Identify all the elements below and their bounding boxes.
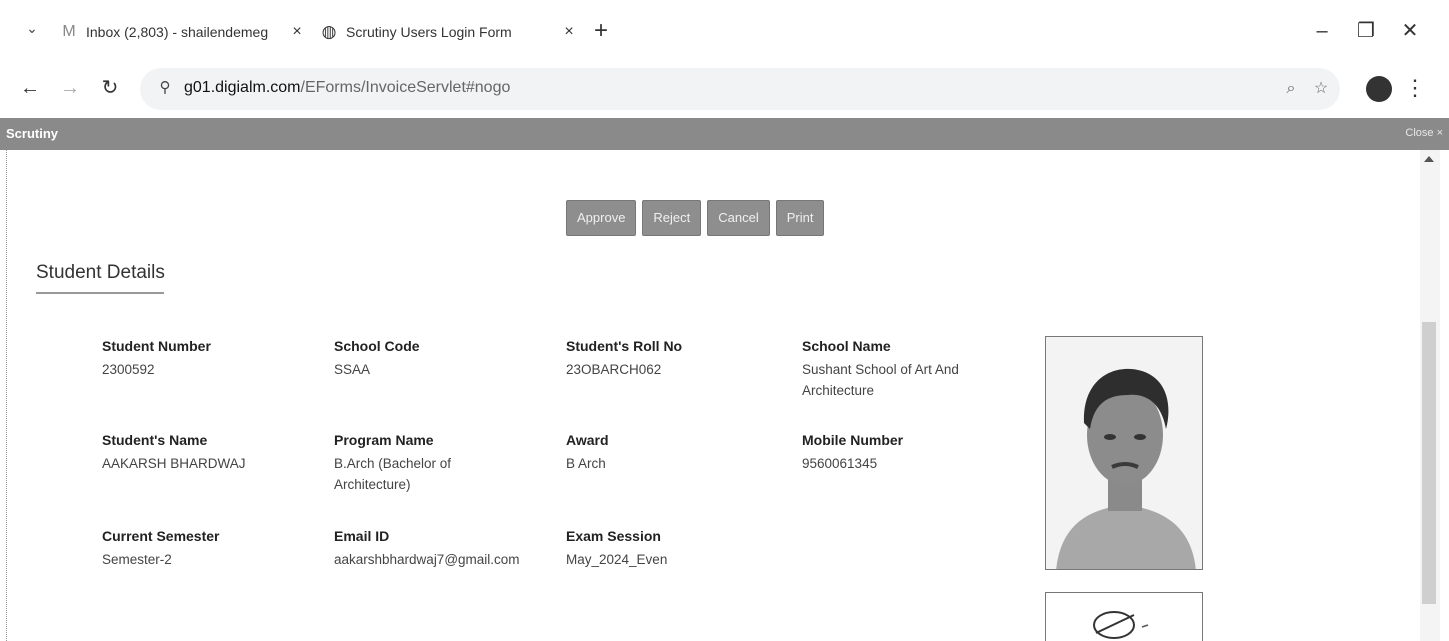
- url-text[interactable]: g01.digialm.com/EForms/InvoiceServlet#no…: [184, 79, 510, 97]
- section-underline: [36, 292, 164, 294]
- field-school-code: School Code SSAA: [334, 338, 554, 380]
- browser-tab-bar: ⌄ M Inbox (2,803) - shailendemeg × ◍ Scr…: [0, 0, 1449, 62]
- field-value: B.Arch (Bachelor of Architecture): [334, 456, 452, 492]
- field-value: Sushant School of Art And Architecture: [802, 362, 959, 398]
- field-value: AAKARSH BHARDWAJ: [102, 456, 246, 471]
- field-mobile-number: Mobile Number 9560061345: [802, 432, 1022, 474]
- action-buttons: Approve Reject Cancel Print: [566, 200, 825, 236]
- scroll-thumb[interactable]: [1422, 322, 1436, 604]
- vertical-scrollbar[interactable]: [1420, 150, 1440, 641]
- forward-arrow-icon[interactable]: →: [56, 74, 84, 102]
- tab-title: Scrutiny Users Login Form: [346, 24, 512, 40]
- profile-avatar-icon[interactable]: [1366, 76, 1392, 102]
- zoom-icon[interactable]: ⌕: [1280, 78, 1302, 100]
- cancel-button[interactable]: Cancel: [707, 200, 770, 236]
- field-label: School Code: [334, 338, 420, 354]
- field-label: Student's Roll No: [566, 338, 683, 354]
- field-value: Semester-2: [102, 552, 172, 567]
- field-label: Mobile Number: [802, 432, 904, 448]
- section-heading: Student Details: [36, 262, 165, 283]
- new-tab-button[interactable]: +: [588, 16, 614, 46]
- approve-button[interactable]: Approve: [566, 200, 637, 236]
- student-photo: [1045, 336, 1203, 570]
- field-label: Email ID: [334, 528, 390, 544]
- restore-button[interactable]: ❐: [1346, 14, 1386, 48]
- field-label: Award: [566, 432, 609, 448]
- site-info-icon[interactable]: ⚲: [154, 77, 176, 99]
- field-value: 2300592: [102, 362, 155, 377]
- field-label: Student's Name: [102, 432, 208, 448]
- field-label: Student Number: [102, 338, 211, 354]
- field-label: Exam Session: [566, 528, 661, 544]
- field-student-name: Student's Name AAKARSH BHARDWAJ: [102, 432, 322, 474]
- field-award: Award B Arch: [566, 432, 786, 474]
- field-value: 23OBARCH062: [566, 362, 662, 377]
- gmail-icon: M: [62, 23, 76, 40]
- url-host: g01.digialm.com: [184, 79, 301, 96]
- reload-icon[interactable]: ↻: [96, 74, 124, 102]
- field-student-number: Student Number 2300592: [102, 338, 322, 380]
- url-omnibox[interactable]: ⚲ g01.digialm.com/EForms/InvoiceServlet#…: [140, 68, 1340, 110]
- scroll-up-arrow-icon[interactable]: [1424, 156, 1434, 162]
- tab-gmail-inbox[interactable]: M Inbox (2,803) - shailendemeg ×: [58, 14, 308, 50]
- tab-scrutiny-login[interactable]: ◍ Scrutiny Users Login Form ×: [318, 14, 580, 50]
- address-bar-row: ← → ↻ ⚲ g01.digialm.com/EForms/InvoiceSe…: [0, 62, 1449, 118]
- field-label: Program Name: [334, 432, 434, 448]
- tab-title: Inbox (2,803) - shailendemeg: [86, 24, 269, 40]
- globe-icon: ◍: [321, 22, 337, 41]
- field-roll-no: Student's Roll No 23OBARCH062: [566, 338, 786, 380]
- tab-close-icon[interactable]: ×: [286, 23, 308, 41]
- dialog-close-button[interactable]: Close ×: [1405, 127, 1443, 139]
- dialog-title: Scrutiny: [6, 126, 59, 141]
- field-value: May_2024_Even: [566, 552, 668, 567]
- field-program-name: Program Name B.Arch (Bachelor of Archite…: [334, 432, 504, 495]
- more-menu-icon[interactable]: ⋮: [1404, 74, 1426, 102]
- field-current-semester: Current Semester Semester-2: [102, 528, 322, 570]
- tab-close-icon[interactable]: ×: [558, 23, 580, 41]
- field-label: Current Semester: [102, 528, 220, 544]
- student-signature: [1045, 592, 1203, 641]
- back-arrow-icon[interactable]: ←: [16, 74, 44, 102]
- bookmark-star-icon[interactable]: ☆: [1310, 78, 1332, 100]
- field-label: School Name: [802, 338, 891, 354]
- field-exam-session: Exam Session May_2024_Even: [566, 528, 786, 570]
- minimize-button[interactable]: –: [1302, 14, 1342, 48]
- field-value: B Arch: [566, 456, 606, 471]
- field-value: 9560061345: [802, 456, 878, 471]
- field-school-name: School Name Sushant School of Art And Ar…: [802, 338, 1002, 401]
- tab-search-chevron-icon[interactable]: ⌄: [22, 20, 42, 42]
- field-value: SSAA: [334, 362, 371, 377]
- reject-button[interactable]: Reject: [642, 200, 702, 236]
- dialog-title-bar: Scrutiny Close ×: [0, 118, 1449, 150]
- field-value: aakarshbhardwaj7@gmail.com: [334, 552, 520, 567]
- print-button[interactable]: Print: [775, 200, 825, 236]
- close-window-button[interactable]: ✕: [1390, 14, 1430, 48]
- url-path: /EForms/InvoiceServlet#nogo: [300, 79, 511, 96]
- field-email-id: Email ID aakarshbhardwaj7@gmail.com: [334, 528, 554, 570]
